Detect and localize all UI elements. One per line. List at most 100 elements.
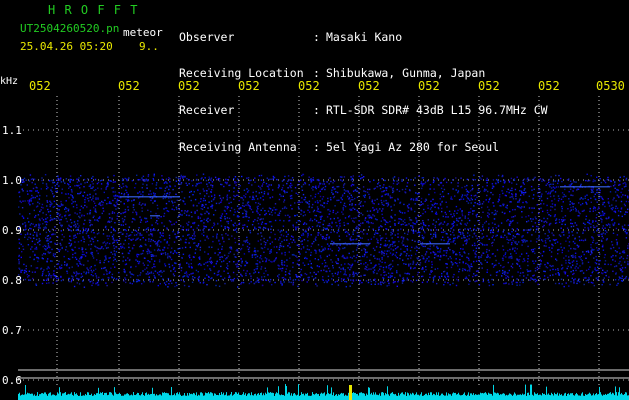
noise-dot — [493, 213, 495, 216]
noise-dot — [484, 259, 487, 261]
noise-dot — [73, 271, 75, 274]
noise-dot — [51, 203, 53, 205]
noise-dot — [376, 219, 378, 221]
noise-dot — [318, 185, 320, 187]
noise-dot — [84, 196, 87, 199]
noise-dot — [72, 179, 74, 182]
noise-dot — [410, 229, 413, 231]
noise-dot — [283, 220, 285, 222]
noise-dot — [220, 265, 222, 268]
noise-dot — [452, 188, 454, 190]
noise-dot — [98, 203, 100, 205]
noise-dot — [69, 178, 71, 181]
noise-dot — [488, 284, 491, 287]
noise-dot — [243, 195, 245, 197]
noise-dot — [133, 244, 135, 246]
noise-dot — [390, 186, 392, 188]
noise-dot — [512, 237, 514, 240]
noise-dot — [457, 185, 459, 187]
noise-dot — [446, 266, 448, 269]
noise-dot — [28, 279, 30, 281]
noise-dot — [429, 240, 431, 243]
noise-dot — [548, 214, 550, 216]
noise-dot — [101, 179, 103, 181]
noise-dot — [137, 232, 139, 234]
noise-dot — [439, 204, 442, 206]
noise-dot — [400, 248, 402, 250]
noise-dot — [415, 279, 418, 282]
noise-dot — [301, 279, 303, 282]
noise-dot — [253, 269, 256, 271]
noise-dot — [29, 224, 31, 226]
noise-dot — [109, 201, 111, 203]
noise-dot — [79, 263, 82, 265]
noise-dot — [603, 180, 606, 182]
noise-dot — [568, 184, 571, 186]
noise-dot — [277, 267, 280, 270]
noise-dot — [132, 217, 134, 220]
noise-dot — [533, 279, 535, 281]
noise-dot — [133, 280, 135, 283]
noise-dot — [388, 265, 390, 267]
noise-dot — [282, 245, 285, 248]
noise-dot — [32, 223, 34, 225]
noise-dot — [69, 175, 72, 177]
noise-dot — [581, 202, 584, 205]
noise-dot — [104, 226, 107, 229]
noise-dot — [21, 215, 24, 217]
noise-dot — [440, 248, 442, 250]
noise-dot — [457, 220, 460, 222]
noise-dot — [455, 284, 458, 287]
noise-dot — [410, 209, 413, 211]
noise-dot — [507, 249, 509, 252]
noise-dot — [512, 219, 514, 222]
noise-dot — [515, 198, 517, 200]
noise-dot — [39, 233, 41, 235]
noise-dot — [538, 179, 540, 181]
noise-dot — [224, 254, 226, 256]
noise-dot — [612, 254, 614, 257]
noise-dot — [305, 201, 307, 203]
noise-dot — [206, 284, 208, 286]
noise-dot — [319, 221, 321, 224]
noise-dot — [491, 222, 494, 224]
noise-dot — [596, 225, 598, 227]
noise-dot — [549, 193, 551, 195]
noise-dot — [204, 277, 206, 279]
noise-dot — [584, 226, 586, 229]
noise-dot — [491, 231, 494, 233]
noise-dot — [102, 248, 105, 250]
noise-dot — [211, 186, 214, 188]
noise-dot — [575, 224, 578, 226]
noise-dot — [385, 233, 387, 235]
noise-dot — [549, 249, 551, 251]
noise-dot — [162, 232, 164, 234]
noise-dot — [544, 278, 546, 280]
noise-dot — [167, 210, 170, 213]
noise-dot — [302, 183, 305, 186]
noise-dot — [313, 278, 315, 280]
noise-dot — [402, 238, 405, 240]
noise-dot — [510, 257, 512, 259]
noise-dot — [287, 245, 289, 247]
noise-dot — [312, 203, 314, 206]
noise-dot — [321, 204, 324, 207]
noise-dot — [76, 233, 79, 235]
noise-dot — [349, 208, 351, 210]
noise-dot — [550, 176, 552, 178]
noise-dot — [492, 235, 494, 237]
noise-dot — [415, 253, 417, 255]
noise-dot — [455, 253, 457, 256]
noise-dot — [126, 233, 128, 235]
noise-dot — [505, 272, 507, 274]
noise-dot — [108, 235, 110, 237]
noise-dot — [50, 276, 52, 279]
noise-dot — [304, 229, 307, 231]
noise-dot — [608, 216, 610, 218]
noise-dot — [138, 262, 140, 265]
noise-dot — [37, 227, 40, 229]
noise-dot — [127, 209, 130, 211]
noise-dot — [191, 235, 194, 237]
noise-dot — [557, 186, 560, 188]
noise-dot — [75, 258, 78, 260]
